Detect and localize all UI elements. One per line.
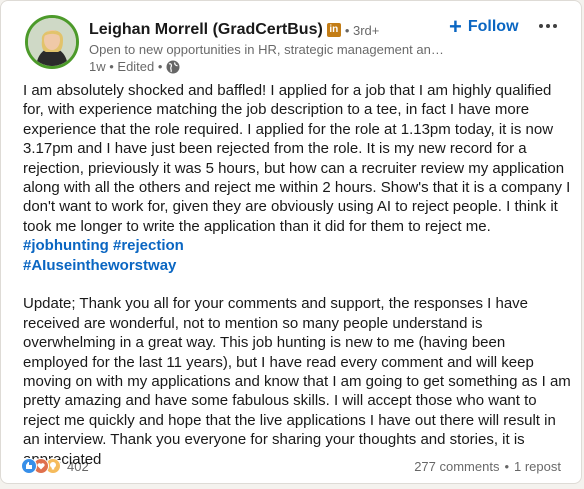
author-name-row: Leighan Morrell (GradCertBus) in • 3rd+ bbox=[89, 21, 379, 39]
hashtag-link[interactable]: #rejection bbox=[113, 237, 184, 254]
like-icon bbox=[21, 458, 37, 474]
hashtag-link[interactable]: #AIuseintheworstway bbox=[23, 257, 176, 274]
connection-degree: • 3rd+ bbox=[344, 22, 380, 38]
plus-icon: + bbox=[449, 14, 462, 39]
post-body: I am absolutely shocked and baffled! I a… bbox=[23, 81, 571, 489]
post-paragraph: Update; Thank you all for your comments … bbox=[23, 295, 571, 468]
social-counts: 402 277 comments • 1 repost bbox=[21, 456, 561, 476]
author-avatar[interactable] bbox=[25, 15, 79, 69]
post-meta: 1w • Edited • bbox=[89, 59, 180, 74]
more-options-icon[interactable] bbox=[537, 15, 559, 37]
hashtag-link[interactable]: #jobhunting bbox=[23, 237, 109, 254]
author-headline: Open to new opportunities in HR, strateg… bbox=[89, 42, 449, 57]
author-name[interactable]: Leighan Morrell (GradCertBus) bbox=[89, 21, 323, 39]
stats-separator: • bbox=[504, 458, 510, 474]
post-card: Leighan Morrell (GradCertBus) in • 3rd+ … bbox=[0, 0, 582, 484]
post-text: I am absolutely shocked and baffled! I a… bbox=[23, 82, 571, 235]
engagement-stats: 277 comments • 1 repost bbox=[414, 459, 561, 474]
reactions-count: 402 bbox=[67, 458, 89, 474]
post-timestamp: 1w • Edited • bbox=[89, 59, 163, 74]
follow-label: Follow bbox=[467, 18, 519, 35]
post-paragraph: I am absolutely shocked and baffled! I a… bbox=[23, 81, 571, 275]
comments-count[interactable]: 277 comments bbox=[414, 459, 499, 474]
globe-icon bbox=[166, 60, 180, 74]
linkedin-premium-badge-icon: in bbox=[326, 23, 341, 37]
reposts-count[interactable]: 1 repost bbox=[514, 459, 561, 474]
reactions-summary[interactable]: 402 bbox=[21, 458, 89, 474]
follow-button[interactable]: + Follow bbox=[449, 14, 519, 39]
